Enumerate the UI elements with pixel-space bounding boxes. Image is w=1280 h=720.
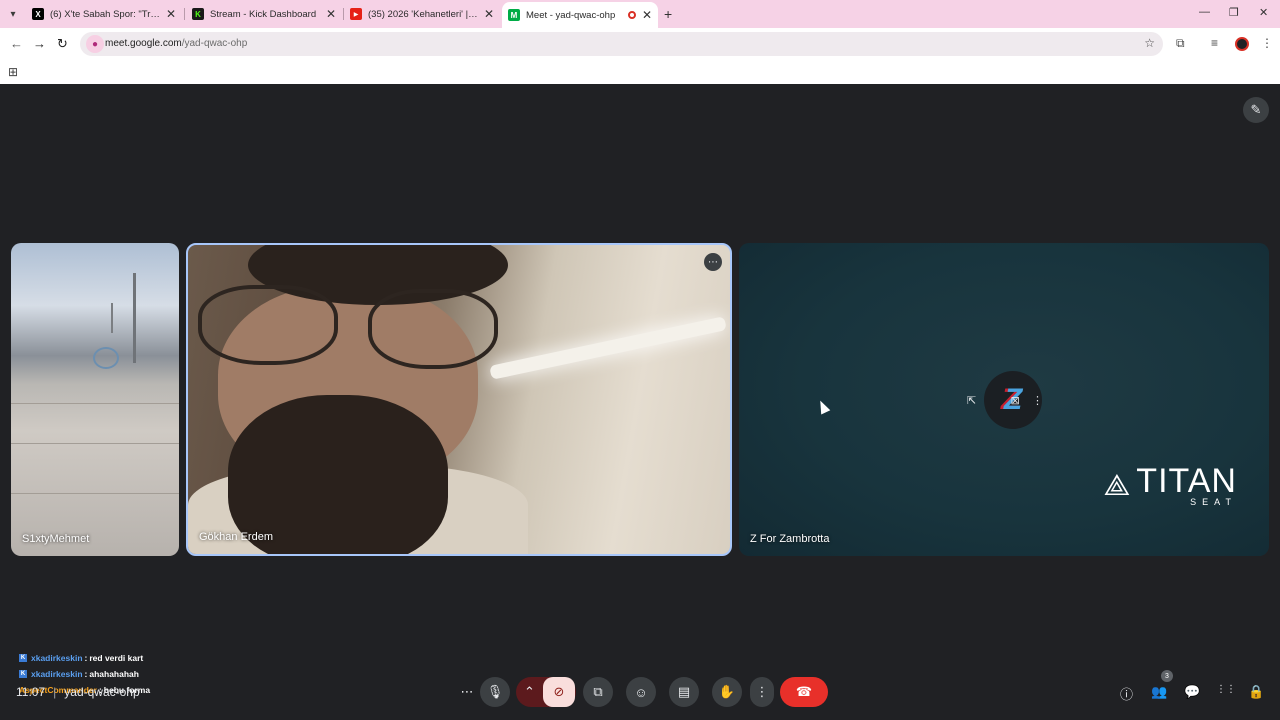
- reactions-button[interactable]: ☺: [626, 677, 656, 707]
- titan-seat-logo: ⟁ TITAN SEAT: [1103, 462, 1237, 507]
- divider: |: [53, 685, 57, 699]
- meet-favicon-icon: M: [508, 9, 520, 21]
- more-icon: ⋯: [460, 684, 474, 699]
- kick-favicon-icon: K: [192, 8, 204, 20]
- people-count-badge: 3: [1161, 670, 1173, 682]
- address-bar[interactable]: ● meet.google.com/yad-qwac-ohp ☆: [80, 32, 1163, 56]
- video-content: [489, 316, 727, 380]
- bookmark-star-icon[interactable]: ☆: [1144, 36, 1155, 50]
- microphone-icon: 🎙: [486, 684, 504, 699]
- visual-effects-icon[interactable]: ✎: [1243, 97, 1269, 123]
- participant-tile-gokhan-erdem[interactable]: ⋯ Gökhan Erdem: [186, 243, 732, 556]
- more-controls-button[interactable]: ⋯: [452, 677, 482, 707]
- restore-icon[interactable]: ❐: [1229, 6, 1239, 19]
- tab-x-sabah-spor[interactable]: X (6) X'te Sabah Spor: "Trabzonsp ✕: [26, 2, 182, 26]
- hangup-icon: ☎: [795, 684, 813, 699]
- video-content: [11, 403, 179, 404]
- captions-icon: ▤: [677, 684, 691, 699]
- video-content: [111, 303, 113, 333]
- chat-message: K xkadirkeskin : ahahahahah: [19, 669, 139, 679]
- minimize-icon[interactable]: —: [1199, 6, 1210, 18]
- video-content: [368, 289, 498, 369]
- tile-options-icon[interactable]: ⋮: [1032, 394, 1043, 407]
- participant-tile-s1xtymehmet[interactable]: S1xtyMehmet: [11, 243, 179, 556]
- chat-text: ahahahahah: [89, 669, 139, 679]
- participant-tile-z-for-zambrotta[interactable]: Z ⇱ ⊠ ⋮ ⟁ TITAN SEAT Z For Zambrotta: [739, 243, 1269, 556]
- extensions-icon[interactable]: ⧉: [1176, 36, 1185, 51]
- tab-meet[interactable]: M Meet - yad-qwac-ohp ✕: [502, 2, 658, 28]
- chat-icon[interactable]: 💬: [1184, 684, 1200, 700]
- url-text: meet.google.com/yad-qwac-ohp: [105, 38, 248, 49]
- bookmarks-bar: ⊞: [0, 60, 1280, 84]
- remove-from-view-icon[interactable]: ⊠: [1011, 394, 1020, 407]
- meeting-info-icon[interactable]: ⓘ: [1120, 684, 1133, 703]
- close-tab-icon[interactable]: ✕: [484, 7, 494, 21]
- microphone-button[interactable]: 🎙: [480, 677, 510, 707]
- close-window-icon[interactable]: ✕: [1259, 6, 1268, 19]
- participant-name: Z For Zambrotta: [750, 533, 830, 545]
- apps-grid-icon[interactable]: ⊞: [8, 65, 18, 79]
- raise-hand-button[interactable]: ✋: [712, 677, 742, 707]
- chat-username: xkadirkeskin: [31, 653, 83, 663]
- chat-badge-icon: K: [19, 654, 27, 662]
- tab-title: (35) 2026 'Kehanetleri' | Erdem A: [368, 8, 478, 20]
- pin-icon[interactable]: ⇱: [967, 394, 976, 407]
- x-favicon-icon: X: [32, 8, 44, 20]
- video-content: [133, 273, 136, 363]
- forward-icon[interactable]: →: [33, 36, 46, 51]
- present-screen-button[interactable]: ⧉: [583, 677, 613, 707]
- reload-icon[interactable]: ↻: [57, 36, 68, 52]
- meeting-time: 11:07: [16, 685, 46, 699]
- browser-menu-icon[interactable]: ⋮: [1261, 36, 1273, 50]
- meeting-code: yad-qwac-ohp: [64, 685, 140, 699]
- host-controls-icon[interactable]: 🔒: [1248, 684, 1264, 700]
- tab-search-icon[interactable]: ▾: [4, 5, 22, 23]
- tab-youtube-video[interactable]: ▶ (35) 2026 'Kehanetleri' | Erdem A ✕: [344, 2, 500, 26]
- close-tab-icon[interactable]: ✕: [642, 8, 652, 22]
- profile-avatar[interactable]: [1235, 37, 1249, 51]
- browser-tab-bar: ▾ X (6) X'te Sabah Spor: "Trabzonsp ✕ K …: [0, 0, 1280, 28]
- tab-kick-dashboard[interactable]: K Stream - Kick Dashboard ✕: [186, 2, 342, 26]
- participant-name: S1xtyMehmet: [22, 533, 90, 545]
- chevron-up-icon: ⌃: [524, 684, 535, 699]
- vertical-dots-icon: ⋮: [755, 684, 769, 699]
- chat-username: xkadirkeskin: [31, 669, 83, 679]
- more-options-button[interactable]: ⋮: [750, 677, 774, 707]
- tile-more-options-icon[interactable]: ⋯: [704, 253, 722, 271]
- captions-button[interactable]: ▤: [669, 677, 699, 707]
- close-tab-icon[interactable]: ✕: [326, 7, 336, 21]
- chat-text: red verdi kart: [89, 653, 144, 663]
- browser-toolbar: ← → ↻ ● meet.google.com/yad-qwac-ohp ☆ ⧉…: [0, 28, 1280, 60]
- video-content: [11, 493, 179, 494]
- camera-toggle-button[interactable]: ⊘: [543, 677, 575, 707]
- chat-message: K xkadirkeskin : red verdi kart: [19, 653, 144, 663]
- camera-off-icon: ⊘: [553, 684, 565, 699]
- raise-hand-icon: ✋: [718, 684, 736, 699]
- leave-call-button[interactable]: ☎: [780, 677, 828, 707]
- titan-logo-mark-icon: ⟁: [1103, 469, 1131, 502]
- tab-title: Meet - yad-qwac-ohp: [526, 9, 616, 21]
- chat-badge-icon: K: [19, 670, 27, 678]
- participant-name: Gökhan Erdem: [199, 531, 273, 543]
- new-tab-button[interactable]: +: [664, 6, 672, 22]
- microphone-in-use-icon[interactable]: ●: [86, 35, 104, 53]
- video-content: [198, 285, 338, 365]
- video-content: [11, 443, 179, 444]
- close-tab-icon[interactable]: ✕: [166, 7, 176, 21]
- tab-title: (6) X'te Sabah Spor: "Trabzonsp: [50, 8, 160, 20]
- back-icon[interactable]: ←: [10, 36, 23, 51]
- tab-divider: [184, 8, 185, 20]
- video-content: [93, 347, 119, 369]
- tile-hover-actions: ⇱ ⊠ ⋮: [967, 391, 1043, 409]
- present-icon: ⧉: [593, 684, 603, 699]
- meeting-details: 11:07 | yad-qwac-ohp: [16, 685, 140, 699]
- activities-icon[interactable]: ⋮⋮: [1216, 684, 1236, 695]
- people-icon[interactable]: 👥: [1151, 684, 1167, 700]
- emoji-icon: ☺: [634, 684, 648, 700]
- recording-indicator-icon: [627, 11, 636, 19]
- tab-title: Stream - Kick Dashboard: [210, 8, 317, 20]
- youtube-favicon-icon: ▶: [350, 8, 362, 20]
- media-control-icon[interactable]: ≡: [1211, 36, 1218, 50]
